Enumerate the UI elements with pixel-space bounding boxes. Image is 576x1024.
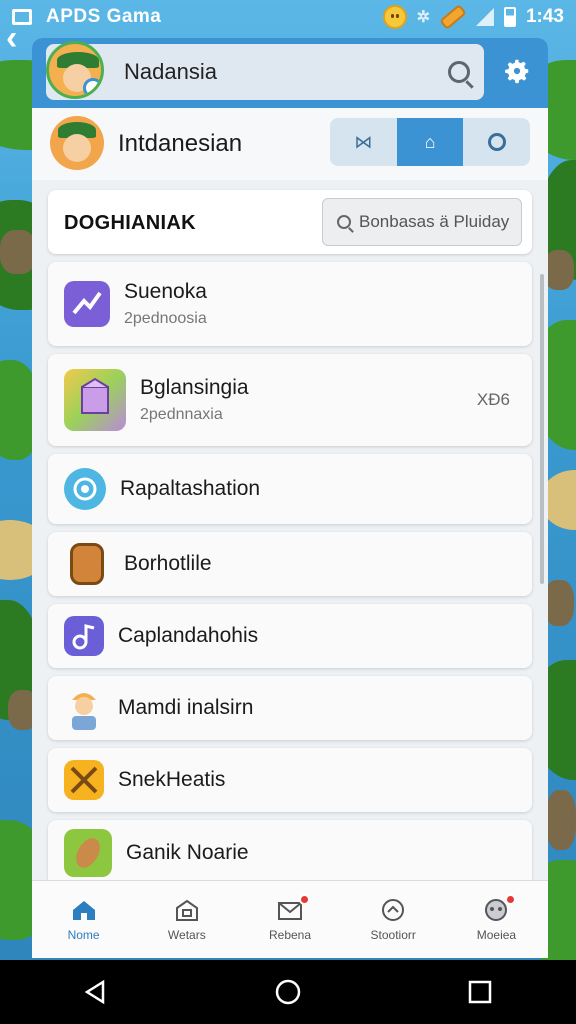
item-title: SnekHeatis xyxy=(118,768,226,791)
tab-moeiea[interactable]: Moeiea xyxy=(445,881,548,958)
search-icon xyxy=(337,215,351,229)
recents-square-icon[interactable] xyxy=(467,979,493,1005)
item-subtitle: 2pednoosia xyxy=(124,310,207,327)
bowtie-icon[interactable]: ⋈ xyxy=(330,118,397,166)
home-icon xyxy=(72,900,95,920)
header-search-label: Nadansia xyxy=(124,59,217,84)
list-item[interactable]: SnekHeatis xyxy=(48,748,532,812)
item-title: Ganik Noarie xyxy=(126,841,249,864)
backpack-icon xyxy=(70,543,104,585)
list-item[interactable]: Caplandahohis xyxy=(48,604,532,668)
profile-name: Intdanesian xyxy=(118,130,243,157)
section-title: DOGHIANIAK xyxy=(64,212,196,234)
gear-icon[interactable] xyxy=(502,56,532,86)
notification-badge xyxy=(299,893,310,905)
list-item[interactable]: Ganik Noarie xyxy=(48,820,532,886)
back-arrow-icon[interactable]: ‹ xyxy=(6,21,34,56)
status-app-title: APDS Gama xyxy=(46,6,162,27)
item-title: Rapaltashation xyxy=(120,477,261,500)
list-item[interactable]: Bglansingia 2pednnaxia XĐ6 xyxy=(48,354,532,446)
section-search-input[interactable]: Bonbasas ä Pluiday xyxy=(322,198,522,246)
store-icon xyxy=(175,899,198,921)
status-time: 1:43 xyxy=(525,6,564,27)
item-title: Suenoka xyxy=(124,280,207,303)
tab-stootiorr[interactable]: Stootiorr xyxy=(342,881,445,958)
item-title: Bglansingia xyxy=(140,376,249,399)
wifi-icon: ✲ xyxy=(416,9,430,26)
bread-icon xyxy=(64,829,112,877)
list-item[interactable]: Borhotlile xyxy=(48,532,532,596)
music-note-icon xyxy=(64,616,104,656)
profile-avatar[interactable] xyxy=(50,116,104,170)
app-panel: Nadansia Intdanesian ⋈ ⌂ DOGHIANIAK Bonb… xyxy=(32,38,548,958)
signal-icon xyxy=(475,8,494,26)
view-toggle: ⋈ ⌂ xyxy=(330,118,530,166)
tab-label: Wetars xyxy=(167,927,206,942)
list-item[interactable]: Mamdi inalsirn xyxy=(48,676,532,740)
item-title: Caplandahohis xyxy=(118,624,259,647)
list-item[interactable]: Suenoka 2pednoosia xyxy=(48,262,532,346)
scrollbar[interactable] xyxy=(540,274,544,584)
item-subtitle: 2pednnaxia xyxy=(140,406,223,423)
list-item[interactable]: Rapaltashation xyxy=(48,454,532,524)
battery-icon xyxy=(503,7,516,27)
at-sign-icon xyxy=(64,468,106,510)
status-bar: APDS Gama ✲ 1:43 xyxy=(0,0,576,34)
smiley-icon xyxy=(382,5,407,29)
header-bar: Nadansia xyxy=(32,38,548,108)
pencil-icon xyxy=(439,4,467,30)
section-search-placeholder: Bonbasas ä Pluiday xyxy=(359,212,510,231)
profile-row: Intdanesian ⋈ ⌂ xyxy=(32,108,548,180)
home-cards-icon[interactable]: ⌂ xyxy=(396,118,464,166)
section-header: DOGHIANIAK Bonbasas ä Pluiday xyxy=(48,190,532,254)
header-search-bar[interactable]: Nadansia xyxy=(46,44,484,100)
puzzle-cube-icon xyxy=(64,369,126,431)
tab-label: Rebena xyxy=(268,927,312,942)
back-triangle-icon[interactable] xyxy=(83,979,109,1005)
circle-icon[interactable] xyxy=(463,118,530,166)
item-title: Borhotlile xyxy=(124,552,212,575)
item-meta: XĐ6 xyxy=(476,390,510,409)
user-avatar[interactable] xyxy=(46,41,104,99)
tab-label: Stootiorr xyxy=(370,927,416,942)
item-list: Suenoka 2pednoosia Bglansingia 2pednnaxi… xyxy=(48,262,532,894)
tab-label: Nome xyxy=(67,927,100,942)
tab-label: Moeiea xyxy=(476,927,517,942)
bottom-nav: Nome Wetars Rebena Stootiorr Moeiea xyxy=(32,880,548,958)
compass-icon xyxy=(382,898,405,921)
search-icon[interactable] xyxy=(448,61,470,83)
avatar-status-badge xyxy=(83,78,101,96)
system-nav-bar xyxy=(0,960,576,1024)
tab-wetars[interactable]: Wetars xyxy=(135,881,238,958)
chart-icon xyxy=(64,281,110,327)
tab-home[interactable]: Nome xyxy=(32,881,135,958)
item-title: Mamdi inalsirn xyxy=(118,696,254,719)
crossed-tools-icon xyxy=(64,760,104,800)
worker-icon xyxy=(64,686,104,730)
notification-badge xyxy=(505,893,517,905)
tab-rebena[interactable]: Rebena xyxy=(238,881,341,958)
home-circle-icon[interactable] xyxy=(275,979,301,1005)
